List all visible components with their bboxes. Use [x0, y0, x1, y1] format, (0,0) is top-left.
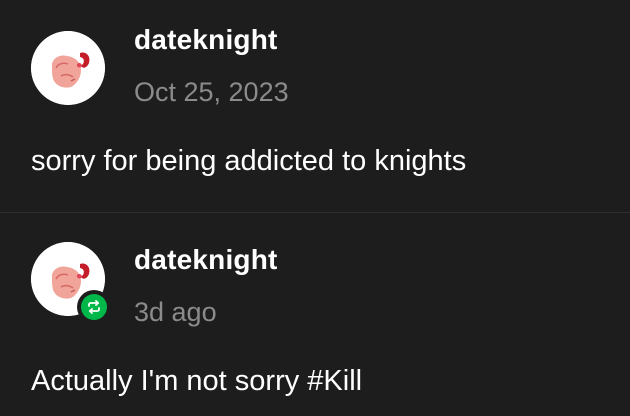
pink-creature-avatar-icon	[31, 31, 105, 105]
post: dateknight 3d ago Actually I'm not sorry…	[0, 213, 630, 416]
post-timestamp[interactable]: Oct 25, 2023	[134, 77, 289, 108]
avatar[interactable]	[31, 31, 105, 105]
post-timestamp[interactable]: 3d ago	[134, 297, 217, 328]
post-body: Actually I'm not sorry #Kill	[31, 365, 363, 397]
reblog-badge	[77, 290, 111, 324]
username[interactable]: dateknight	[134, 244, 278, 276]
post-body: sorry for being addicted to knights	[31, 145, 467, 177]
post-thread: dateknight Oct 25, 2023 sorry for being …	[0, 0, 630, 416]
post: dateknight Oct 25, 2023 sorry for being …	[0, 0, 630, 212]
username[interactable]: dateknight	[134, 24, 278, 56]
reblog-icon	[88, 300, 100, 314]
avatar[interactable]	[31, 242, 111, 324]
